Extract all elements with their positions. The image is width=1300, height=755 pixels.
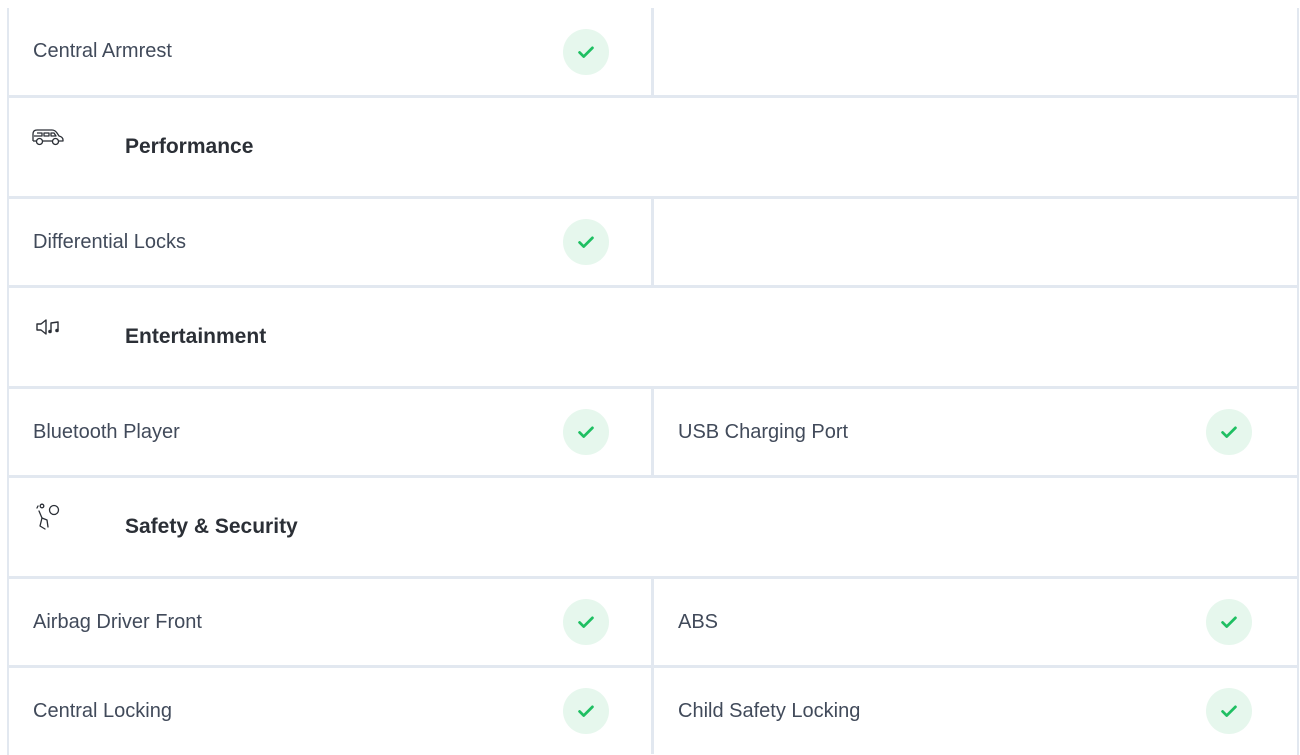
- feature-row: Central Locking Child Safety Locking: [9, 668, 1297, 754]
- car-icon: [30, 123, 66, 151]
- check-icon: [563, 599, 609, 645]
- section-title: Safety & Security: [125, 515, 298, 538]
- features-table: Central Armrest Performance Differential…: [7, 8, 1299, 755]
- section-header-safety: Safety & Security: [9, 478, 1297, 579]
- feature-cell: Central Locking: [9, 668, 654, 754]
- feature-cell: Differential Locks: [9, 199, 654, 285]
- feature-row: Airbag Driver Front ABS: [9, 579, 1297, 668]
- section-title: Entertainment: [125, 325, 267, 348]
- section-header-entertainment: Entertainment: [9, 288, 1297, 389]
- feature-label: Central Locking: [33, 699, 172, 722]
- feature-row: Differential Locks: [9, 199, 1297, 288]
- feature-cell: Bluetooth Player: [9, 389, 654, 475]
- speaker-music-icon: [30, 313, 66, 341]
- feature-label: USB Charging Port: [678, 420, 849, 443]
- airbag-icon: [30, 503, 66, 531]
- feature-cell: USB Charging Port: [654, 389, 1297, 475]
- check-icon: [563, 219, 609, 265]
- feature-cell: Airbag Driver Front: [9, 579, 654, 665]
- feature-cell: ABS: [654, 579, 1297, 665]
- check-icon: [563, 409, 609, 455]
- check-icon: [563, 28, 609, 75]
- check-icon: [1206, 409, 1252, 455]
- check-icon: [563, 688, 609, 734]
- feature-label: Child Safety Locking: [678, 699, 861, 722]
- section-title: Performance: [125, 135, 254, 158]
- feature-cell: Child Safety Locking: [654, 668, 1297, 754]
- feature-cell-empty: [654, 199, 1297, 285]
- section-header-performance: Performance: [9, 98, 1297, 199]
- check-icon: [1206, 599, 1252, 645]
- feature-label: Airbag Driver Front: [33, 610, 202, 633]
- feature-cell: Central Armrest: [9, 8, 654, 95]
- feature-row: Central Armrest: [9, 8, 1297, 98]
- feature-label: ABS: [678, 610, 719, 633]
- feature-label: Central Armrest: [33, 40, 172, 62]
- check-icon: [1206, 688, 1252, 734]
- feature-label: Bluetooth Player: [33, 420, 180, 443]
- feature-cell-empty: [654, 8, 1297, 95]
- feature-label: Differential Locks: [33, 230, 187, 253]
- feature-row: Bluetooth Player USB Charging Port: [9, 389, 1297, 478]
